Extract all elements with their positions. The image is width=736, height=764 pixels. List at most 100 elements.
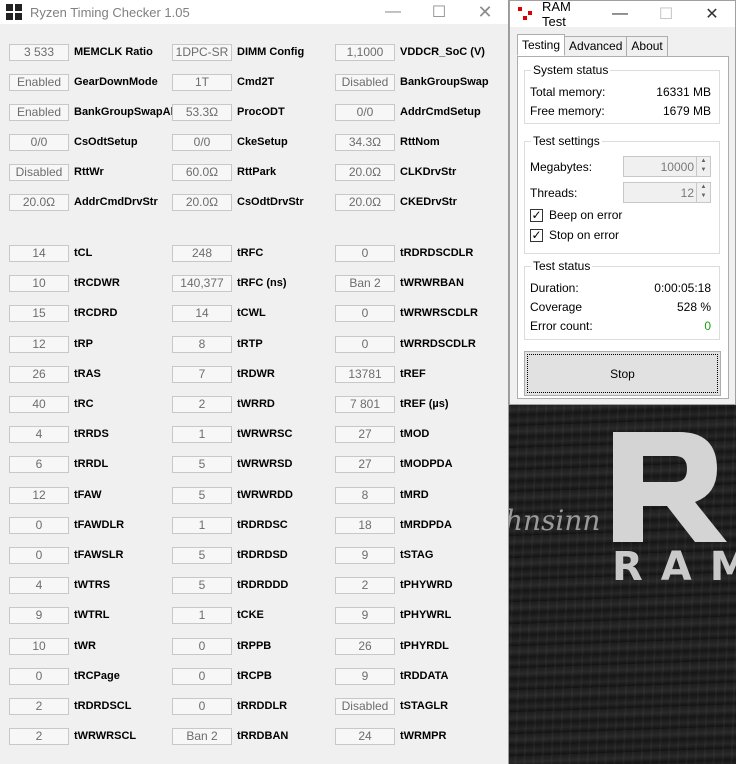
timing-value-box[interactable]: 5	[172, 486, 232, 504]
timing-value-box[interactable]: 5	[172, 546, 232, 564]
timing-label: tRRDBAN	[237, 730, 289, 742]
timing-value-box[interactable]: 7	[172, 365, 232, 383]
timing-value-box[interactable]: 0	[172, 667, 232, 685]
timing-value-box[interactable]: 20.0Ω	[335, 193, 395, 211]
timing-value-box[interactable]: 9	[9, 606, 69, 624]
checkmark-icon[interactable]: ✓	[530, 228, 543, 242]
timing-value-box[interactable]: 140,377	[172, 274, 232, 292]
timing-value-box[interactable]: Ban 2	[172, 727, 232, 745]
timing-value-box[interactable]: 24	[335, 727, 395, 745]
close-button[interactable]: ✕	[462, 0, 508, 24]
timing-value-box[interactable]: 9	[335, 546, 395, 564]
threads-arrows[interactable]: ▲ ▼	[696, 183, 710, 202]
timing-value-box[interactable]: 4	[9, 576, 69, 594]
beep-on-error-checkbox[interactable]: ✓ Beep on error	[530, 208, 622, 222]
timing-value-box[interactable]: 2	[9, 727, 69, 745]
timing-value-box[interactable]: 0	[172, 697, 232, 715]
timing-label: tWRWRSC	[237, 428, 293, 440]
timing-value-box[interactable]: 34.3Ω	[335, 133, 395, 151]
timing-value-box[interactable]: 20.0Ω	[9, 193, 69, 211]
timing-value-box[interactable]: 2	[335, 576, 395, 594]
timing-value-box[interactable]: 5	[172, 576, 232, 594]
timing-label: Cmd2T	[237, 76, 275, 88]
timing-value-box[interactable]: 248	[172, 244, 232, 262]
tab-advanced[interactable]: Advanced	[564, 36, 628, 56]
timing-value-box[interactable]: 8	[335, 486, 395, 504]
timing-value-box[interactable]: 9	[335, 606, 395, 624]
timing-value-box[interactable]: 10	[9, 274, 69, 292]
timing-value-box[interactable]: 20.0Ω	[335, 163, 395, 181]
timing-value-box[interactable]: 0	[335, 335, 395, 353]
chevron-up-icon[interactable]: ▲	[697, 183, 710, 192]
stop-on-error-checkbox[interactable]: ✓ Stop on error	[530, 228, 619, 242]
chevron-up-icon[interactable]: ▲	[697, 157, 710, 166]
timing-value-box[interactable]: 14	[172, 304, 232, 322]
megabytes-stepper[interactable]: 10000 ▲ ▼	[623, 156, 711, 177]
threads-stepper[interactable]: 12 ▲ ▼	[623, 182, 711, 203]
timing-value-box[interactable]: 14	[9, 244, 69, 262]
timing-value-box[interactable]: 9	[335, 667, 395, 685]
timing-value-box[interactable]: 1T	[172, 73, 232, 91]
timing-value-box[interactable]: 1DPC-SR	[172, 43, 232, 61]
timing-value-box[interactable]: Enabled	[9, 103, 69, 121]
timing-value-box[interactable]: Disabled	[335, 697, 395, 715]
timing-value-box[interactable]: 26	[9, 365, 69, 383]
minimize-button[interactable]: —	[370, 0, 416, 24]
timing-value-box[interactable]: 12	[9, 335, 69, 353]
maximize-button[interactable]: ☐	[416, 0, 462, 24]
timing-value-box[interactable]: 0	[9, 667, 69, 685]
timing-value-box[interactable]: 12	[9, 486, 69, 504]
ramtest-titlebar[interactable]: RAM Test — ☐ ✕	[510, 0, 735, 29]
timing-value-box[interactable]: 0	[9, 546, 69, 564]
timing-value-box[interactable]: 0/0	[335, 103, 395, 121]
timing-value-box[interactable]: 15	[9, 304, 69, 322]
checkmark-icon[interactable]: ✓	[530, 208, 543, 222]
timing-value-box[interactable]: 0	[335, 304, 395, 322]
stop-button[interactable]: Stop	[524, 351, 721, 396]
timing-value-box[interactable]: 18	[335, 516, 395, 534]
timing-value-box[interactable]: Ban 2	[335, 274, 395, 292]
timing-value-box[interactable]: 27	[335, 455, 395, 473]
timing-value-box[interactable]: 2	[172, 395, 232, 413]
timing-trdrdscl: 2 tRDRDSCL	[9, 696, 131, 716]
rtc-titlebar[interactable]: Ryzen Timing Checker 1.05 — ☐ ✕	[0, 0, 508, 24]
timing-value-box[interactable]: 1	[172, 606, 232, 624]
timing-value-box[interactable]: 0	[335, 244, 395, 262]
timing-value-box[interactable]: 1	[172, 516, 232, 534]
timing-value-box[interactable]: 53.3Ω	[172, 103, 232, 121]
timing-label: CKEDrvStr	[400, 196, 457, 208]
ramtest-close-button[interactable]: ✕	[689, 1, 735, 27]
timing-value-box[interactable]: 10	[9, 637, 69, 655]
test-settings-title: Test settings	[531, 134, 602, 148]
chevron-down-icon[interactable]: ▼	[697, 192, 710, 201]
timing-addrcmddrvstr: 20.0Ω AddrCmdDrvStr	[9, 192, 158, 212]
tab-about[interactable]: About	[626, 36, 668, 56]
timing-value-box[interactable]: 3 533	[9, 43, 69, 61]
timing-value-box[interactable]: 0	[9, 516, 69, 534]
timing-value-box[interactable]: Disabled	[335, 73, 395, 91]
timing-value-box[interactable]: 40	[9, 395, 69, 413]
ramtest-minimize-button[interactable]: —	[597, 1, 643, 27]
timing-value-box[interactable]: 1,1000	[335, 43, 395, 61]
timing-trp: 12 tRP	[9, 334, 93, 354]
timing-value-box[interactable]: 2	[9, 697, 69, 715]
timing-value-box[interactable]: 0	[172, 637, 232, 655]
timing-value-box[interactable]: 8	[172, 335, 232, 353]
timing-value-box[interactable]: 27	[335, 425, 395, 443]
timing-value-box[interactable]: Enabled	[9, 73, 69, 91]
chevron-down-icon[interactable]: ▼	[697, 166, 710, 175]
timing-value-box[interactable]: 6	[9, 455, 69, 473]
tab-testing[interactable]: Testing	[517, 34, 566, 56]
timing-value-box[interactable]: 60.0Ω	[172, 163, 232, 181]
timing-value-box[interactable]: 0/0	[172, 133, 232, 151]
timing-value-box[interactable]: Disabled	[9, 163, 69, 181]
megabytes-arrows[interactable]: ▲ ▼	[696, 157, 710, 176]
timing-value-box[interactable]: 20.0Ω	[172, 193, 232, 211]
timing-value-box[interactable]: 7 801	[335, 395, 395, 413]
timing-value-box[interactable]: 5	[172, 455, 232, 473]
timing-value-box[interactable]: 26	[335, 637, 395, 655]
timing-value-box[interactable]: 13781	[335, 365, 395, 383]
timing-value-box[interactable]: 0/0	[9, 133, 69, 151]
timing-value-box[interactable]: 1	[172, 425, 232, 443]
timing-value-box[interactable]: 4	[9, 425, 69, 443]
